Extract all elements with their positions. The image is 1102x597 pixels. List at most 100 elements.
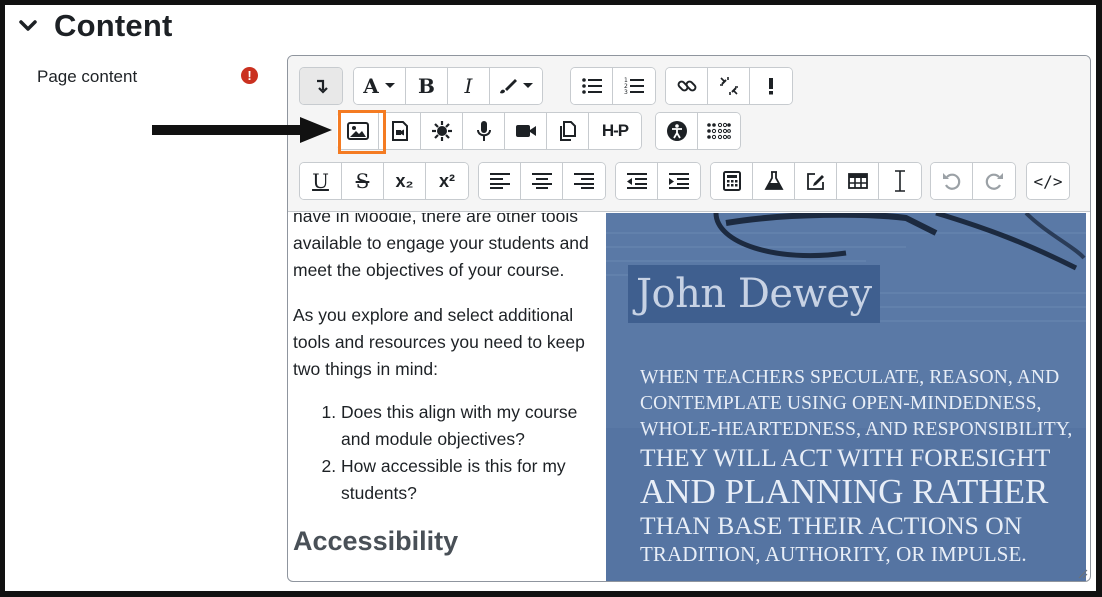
undo-icon [942, 173, 960, 190]
clear-formatting-button[interactable] [879, 163, 921, 199]
toolbar-group-links [665, 67, 793, 105]
accessibility-checker-icon [666, 121, 687, 141]
html-icon: </> [1033, 171, 1063, 191]
emoji-icon [769, 78, 773, 95]
bold-button[interactable]: B [406, 68, 448, 104]
italic-icon: I [464, 74, 473, 98]
toolbar-group-html: </> [1026, 162, 1070, 200]
toolbar-group-accessibility [655, 112, 741, 150]
indent-icon [669, 173, 689, 189]
partial-line: have in Moodle, there are other tools [293, 213, 598, 230]
quote-line: WHEN TEACHERS SPECULATE, REASON, AND [640, 367, 1060, 388]
recordrtc-button[interactable] [421, 113, 463, 149]
accessibility-checker-button[interactable] [656, 113, 698, 149]
chemistry-button[interactable] [753, 163, 795, 199]
list-item: Does this align with my course and modul… [341, 399, 598, 453]
collapse-icon[interactable] [300, 68, 342, 104]
indent-button[interactable] [658, 163, 700, 199]
emoji-button[interactable] [750, 68, 792, 104]
superscript-button[interactable]: x² [426, 163, 468, 199]
outdent-button[interactable] [616, 163, 658, 199]
partial-line-text: have in Moodle, there are other tools [293, 213, 579, 226]
italic-button[interactable]: I [448, 68, 490, 104]
page-content-label: Page content [37, 67, 138, 86]
toolbar-group-history [930, 162, 1016, 200]
align-center-icon [531, 173, 552, 189]
subscript-button[interactable]: x₂ [384, 163, 426, 199]
resize-handle-icon[interactable] [1076, 567, 1088, 579]
quote-image[interactable]: John Dewey WHEN TEACHERS SPECULATE, REAS… [606, 213, 1086, 581]
ordered-list-icon: 123 [624, 77, 644, 95]
redo-button[interactable] [973, 163, 1015, 199]
quote-line: CONTEMPLATE USING OPEN-MINDEDNESS, [640, 393, 1042, 414]
considerations-list: Does this align with my course and modul… [293, 399, 598, 507]
align-left-icon [489, 173, 510, 189]
align-center-button[interactable] [521, 163, 563, 199]
table-icon [847, 173, 868, 189]
unlink-icon [719, 77, 738, 95]
video-button[interactable] [505, 113, 547, 149]
accessibility-heading: Accessibility [293, 526, 459, 556]
font-family-button[interactable]: A [354, 68, 406, 104]
rich-text-editor: A B I 123 H-P U S x₂ x² </> have in Mood… [287, 55, 1091, 582]
equation-icon [722, 171, 741, 191]
edit-icon [806, 173, 824, 190]
audio-button[interactable] [463, 113, 505, 149]
editor-text-column: have in Moodle, there are other tools av… [293, 213, 598, 557]
align-right-button[interactable] [563, 163, 605, 199]
color-icon [500, 79, 517, 94]
h5p-button[interactable]: H-P [589, 113, 641, 149]
manage-files-icon [559, 121, 576, 141]
chevron-down-icon[interactable] [18, 16, 38, 36]
pointer-arrow-icon [152, 117, 332, 143]
recordrtc-icon [431, 121, 452, 141]
quote-line: TRADITION, AUTHORITY, OR IMPULSE. [640, 542, 1027, 566]
unordered-list-icon [581, 78, 602, 94]
toolbar-group-style: A B I [353, 67, 543, 105]
screenreader-helper-icon [707, 122, 731, 140]
quote-author: John Dewey [628, 265, 880, 323]
redo-icon [985, 173, 1003, 190]
editor-toolbar: A B I 123 H-P U S x₂ x² </> [288, 56, 1090, 212]
h5p-icon: H-P [601, 121, 629, 140]
font-family-icon: A [363, 74, 379, 98]
underline-button[interactable]: U [300, 163, 342, 199]
color-button[interactable] [490, 68, 542, 104]
undo-button[interactable] [931, 163, 973, 199]
underline-icon: U [312, 169, 329, 193]
align-left-button[interactable] [479, 163, 521, 199]
video-icon [515, 125, 536, 137]
section-header[interactable]: Content [18, 8, 172, 44]
html-button[interactable]: </> [1027, 163, 1069, 199]
paragraph-2: As you explore and select additional too… [293, 305, 585, 379]
toolbar-group-align [478, 162, 606, 200]
subscript-icon: x₂ [395, 170, 414, 191]
link-button[interactable] [666, 68, 708, 104]
required-icon: ! [241, 67, 258, 84]
quote-line: WHOLE-HEARTEDNESS, AND RESPONSIBILITY, [640, 419, 1073, 440]
superscript-icon: x² [438, 170, 455, 191]
toolbar-group-collapse [299, 67, 343, 105]
outdent-icon [626, 173, 647, 189]
table-button[interactable] [837, 163, 879, 199]
unlink-button[interactable] [708, 68, 750, 104]
edit-button[interactable] [795, 163, 837, 199]
ordered-list-button[interactable]: 123 [613, 68, 655, 104]
bold-icon: B [418, 74, 435, 98]
toolbar-group-lists: 123 [570, 67, 656, 105]
unordered-list-button[interactable] [571, 68, 613, 104]
quote-text: WHEN TEACHERS SPECULATE, REASON, AND CON… [640, 365, 1073, 567]
list-item: How accessible is this for my students? [341, 453, 598, 507]
strikethrough-button[interactable]: S [342, 163, 384, 199]
quote-line: THEY WILL ACT WITH FORESIGHT [640, 443, 1051, 472]
toolbar-group-insert-tools [710, 162, 922, 200]
editor-content-area[interactable]: have in Moodle, there are other tools av… [288, 213, 1090, 581]
equation-button[interactable] [711, 163, 753, 199]
image-button-highlight [338, 110, 386, 154]
screenreader-helper-button[interactable] [698, 113, 740, 149]
strikethrough-icon: S [355, 169, 370, 193]
align-right-icon [574, 173, 594, 189]
quote-line: AND PLANNING RATHER [640, 472, 1049, 511]
manage-files-button[interactable] [547, 113, 589, 149]
paragraph-1: available to engage your students and me… [293, 233, 589, 280]
